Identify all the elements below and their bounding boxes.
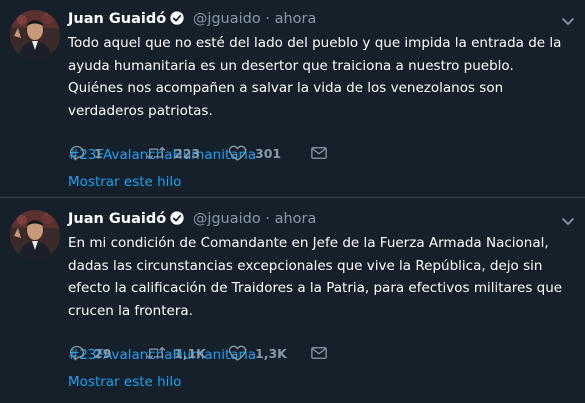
chevron-down-icon[interactable] xyxy=(561,12,575,31)
tweet-text: Todo aquel que no esté del lado del pueb… xyxy=(68,35,562,119)
dm-icon xyxy=(310,145,328,161)
avatar[interactable] xyxy=(10,210,60,260)
reply-count: 1 xyxy=(94,145,103,161)
verified-icon xyxy=(169,210,185,232)
verified-icon xyxy=(169,10,185,32)
separator: · xyxy=(265,211,270,227)
like-button[interactable]: 1,3K xyxy=(228,344,310,362)
timestamp[interactable]: ahora xyxy=(275,11,317,27)
chevron-down-icon[interactable] xyxy=(561,212,575,231)
separator: · xyxy=(265,11,270,27)
tweet-actions: 1 223 301 xyxy=(68,143,328,163)
like-icon xyxy=(228,144,247,162)
tweet-actions: 29 1,1K 1,3K xyxy=(68,343,328,363)
dm-icon xyxy=(310,345,328,361)
reply-icon xyxy=(68,344,86,362)
like-icon xyxy=(228,344,247,362)
reply-button[interactable]: 1 xyxy=(68,144,146,162)
like-button[interactable]: 301 xyxy=(228,144,310,162)
like-count: 1,3K xyxy=(255,345,287,361)
tweet-text: En mi condición de Comandante en Jefe de… xyxy=(68,235,563,319)
dm-button[interactable] xyxy=(310,345,328,361)
author-name[interactable]: Juan Guaidó xyxy=(68,11,166,27)
tweet-header: Juan Guaidó @jguaido · ahora xyxy=(68,209,316,232)
show-thread-link[interactable]: Mostrar este hilo xyxy=(68,374,181,390)
like-count: 301 xyxy=(255,145,282,161)
retweet-icon xyxy=(146,344,166,362)
reply-button[interactable]: 29 xyxy=(68,344,146,362)
author-handle[interactable]: @jguaido xyxy=(193,11,261,27)
tweet-header: Juan Guaidó @jguaido · ahora xyxy=(68,9,316,32)
author-name[interactable]: Juan Guaidó xyxy=(68,211,166,227)
retweet-icon xyxy=(146,144,166,162)
tweet[interactable]: Juan Guaidó @jguaido · ahora En mi condi… xyxy=(0,200,585,398)
tweet[interactable]: Juan Guaidó @jguaido · ahora Todo aquel … xyxy=(0,0,585,198)
timestamp[interactable]: ahora xyxy=(275,211,317,227)
dm-button[interactable] xyxy=(310,145,328,161)
retweet-count: 223 xyxy=(174,145,201,161)
retweet-count: 1,1K xyxy=(174,345,206,361)
reply-icon xyxy=(68,144,86,162)
reply-count: 29 xyxy=(94,345,112,361)
avatar[interactable] xyxy=(10,10,60,60)
timeline: Juan Guaidó @jguaido · ahora Todo aquel … xyxy=(0,0,585,403)
author-handle[interactable]: @jguaido xyxy=(193,211,261,227)
show-thread-link[interactable]: Mostrar este hilo xyxy=(68,174,181,190)
retweet-button[interactable]: 1,1K xyxy=(146,344,228,362)
retweet-button[interactable]: 223 xyxy=(146,144,228,162)
